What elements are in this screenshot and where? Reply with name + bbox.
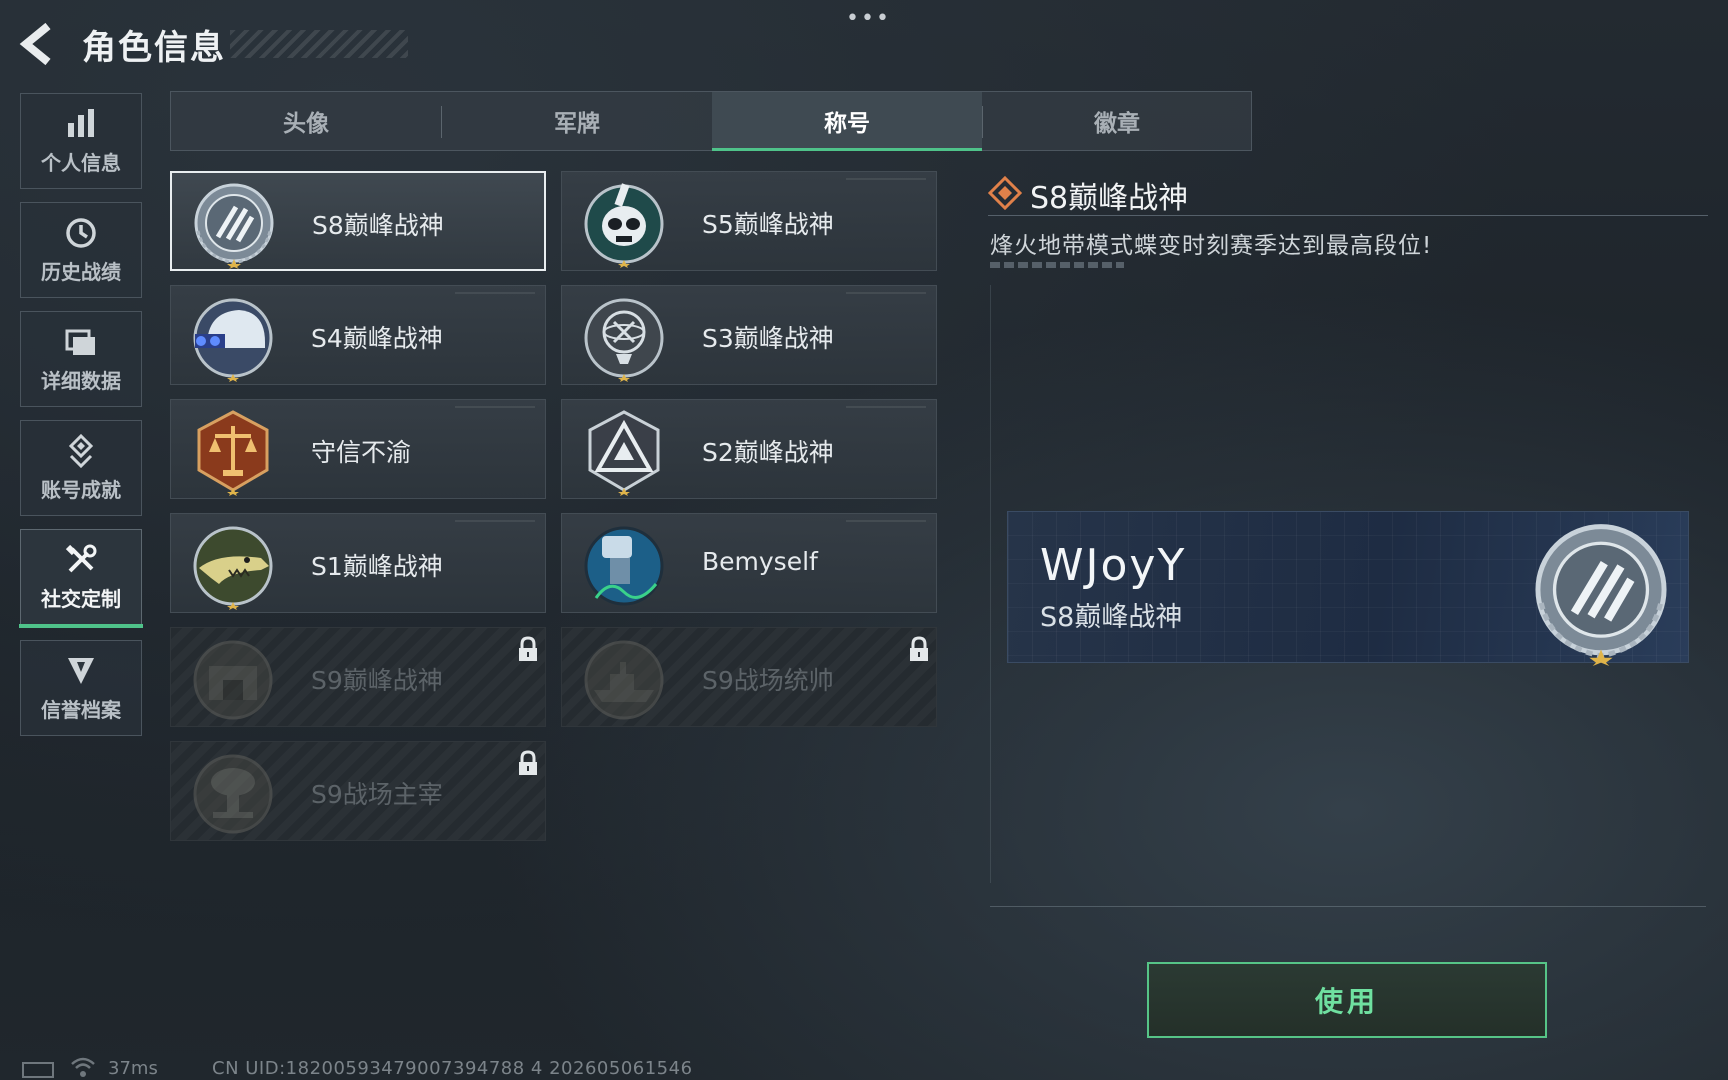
title-card[interactable]: S2巅峰战神 bbox=[561, 399, 937, 499]
title-card[interactable]: S4巅峰战神 bbox=[170, 285, 546, 385]
use-button[interactable]: 使用 bbox=[1147, 962, 1547, 1038]
s5-skull-emblem-icon bbox=[584, 183, 664, 268]
back-arrow-icon[interactable] bbox=[18, 20, 58, 68]
lock-icon bbox=[519, 636, 537, 661]
use-button-label: 使用 bbox=[1314, 985, 1379, 1018]
sidebar-item-social-custom[interactable]: 社交定制 bbox=[19, 529, 143, 628]
tab-label: 头像 bbox=[283, 111, 329, 137]
title-card-label: S3巅峰战神 bbox=[702, 324, 834, 353]
sidebar-item-label: 账号成就 bbox=[41, 477, 121, 502]
s9-fortress-emblem-icon bbox=[193, 640, 273, 720]
title-card[interactable]: S3巅峰战神 bbox=[561, 285, 937, 385]
ping-readout: 37ms bbox=[108, 1058, 158, 1079]
s2-triangle-emblem-icon bbox=[588, 410, 660, 496]
sidebar-item-details[interactable]: 详细数据 bbox=[20, 311, 142, 407]
sidebar-item-label: 历史战绩 bbox=[41, 259, 121, 284]
page-title: 角色信息 bbox=[82, 28, 226, 68]
sidebar-item-profile[interactable]: 个人信息 bbox=[20, 93, 142, 189]
sidebar-item-reputation[interactable]: 信誉档案 bbox=[20, 640, 142, 736]
title-card[interactable]: S9战场统帅 bbox=[561, 627, 937, 727]
tools-icon bbox=[65, 544, 97, 572]
title-card-label: S4巅峰战神 bbox=[311, 324, 443, 353]
folder-icon bbox=[65, 329, 95, 355]
tab-label: 军牌 bbox=[554, 111, 600, 137]
title-card-label: S9战场统帅 bbox=[702, 666, 834, 695]
s3-globe-emblem-icon bbox=[584, 298, 664, 382]
sidebar-item-history[interactable]: 历史战绩 bbox=[20, 202, 142, 298]
title-card-label: S5巅峰战神 bbox=[702, 210, 834, 239]
s4-helmet-emblem-icon bbox=[193, 298, 273, 382]
s8-peak-emblem-icon bbox=[194, 183, 274, 269]
sidebar-item-label: 信誉档案 bbox=[41, 697, 121, 722]
title-card[interactable]: S9巅峰战神 bbox=[170, 627, 546, 727]
diamond-title-icon bbox=[988, 176, 1022, 210]
sidebar-item-label: 详细数据 bbox=[41, 368, 121, 393]
title-card-label: S2巅峰战神 bbox=[702, 438, 834, 467]
scales-emblem-icon bbox=[197, 410, 269, 496]
sidebar-item-label: 个人信息 bbox=[41, 150, 121, 175]
tab-bar: 头像 军牌 称号 徽章 bbox=[170, 91, 1252, 151]
title-card[interactable]: 守信不渝 bbox=[170, 399, 546, 499]
title-card[interactable]: Bemyself bbox=[561, 513, 937, 613]
title-card-label: S1巅峰战神 bbox=[311, 552, 443, 581]
title-card-label: S9巅峰战神 bbox=[311, 666, 443, 695]
s9-mushroom-cloud-emblem-icon bbox=[193, 754, 273, 834]
tab-label: 徽章 bbox=[1094, 111, 1140, 137]
tab-label: 称号 bbox=[824, 111, 870, 137]
title-decoration bbox=[230, 30, 408, 58]
sidebar-item-achievements[interactable]: 账号成就 bbox=[20, 420, 142, 516]
achievement-icon bbox=[68, 433, 94, 468]
title-card[interactable]: S5巅峰战神 bbox=[561, 171, 937, 271]
shield-icon bbox=[68, 657, 94, 684]
detail-decoration bbox=[990, 262, 1124, 268]
title-card[interactable]: S1巅峰战神 bbox=[170, 513, 546, 613]
tab-dogtag[interactable]: 军牌 bbox=[442, 92, 712, 150]
uid-readout: CN UID:18200593479007394788 4 2026050615… bbox=[212, 1058, 693, 1079]
lock-icon bbox=[910, 636, 928, 661]
s8-peak-emblem-icon bbox=[1535, 524, 1667, 666]
sidebar-item-label: 社交定制 bbox=[41, 586, 121, 611]
preview-player-name: WJoyY bbox=[1040, 540, 1187, 591]
title-card-label: Bemyself bbox=[702, 547, 818, 576]
s1-crocodile-emblem-icon bbox=[193, 526, 273, 610]
title-card-label: S8巅峰战神 bbox=[312, 211, 444, 240]
tab-badge[interactable]: 徽章 bbox=[983, 92, 1251, 150]
s9-warship-emblem-icon bbox=[584, 640, 664, 720]
tab-title[interactable]: 称号 bbox=[712, 92, 982, 151]
more-menu-icon[interactable]: ••• bbox=[846, 6, 891, 31]
history-clock-icon bbox=[66, 217, 96, 248]
title-card[interactable]: S8巅峰战神 bbox=[170, 171, 546, 271]
detail-title: S8巅峰战神 bbox=[1030, 181, 1189, 216]
detail-divider bbox=[988, 215, 1708, 216]
frame-line bbox=[990, 906, 1706, 907]
lock-icon bbox=[519, 750, 537, 775]
title-card-label: S9战场主宰 bbox=[311, 780, 443, 809]
title-card[interactable]: S9战场主宰 bbox=[170, 741, 546, 841]
preview-title-text: S8巅峰战神 bbox=[1040, 602, 1183, 633]
bar-chart-icon bbox=[68, 108, 94, 137]
tab-avatar[interactable]: 头像 bbox=[171, 92, 441, 150]
battery-icon bbox=[22, 1062, 54, 1078]
detail-description: 烽火地带模式蝶变时刻赛季达到最高段位! bbox=[990, 233, 1433, 259]
frame-line bbox=[990, 285, 991, 883]
wifi-icon bbox=[71, 1057, 95, 1077]
bemyself-emblem-icon bbox=[584, 526, 664, 606]
title-card-label: 守信不渝 bbox=[311, 438, 412, 467]
